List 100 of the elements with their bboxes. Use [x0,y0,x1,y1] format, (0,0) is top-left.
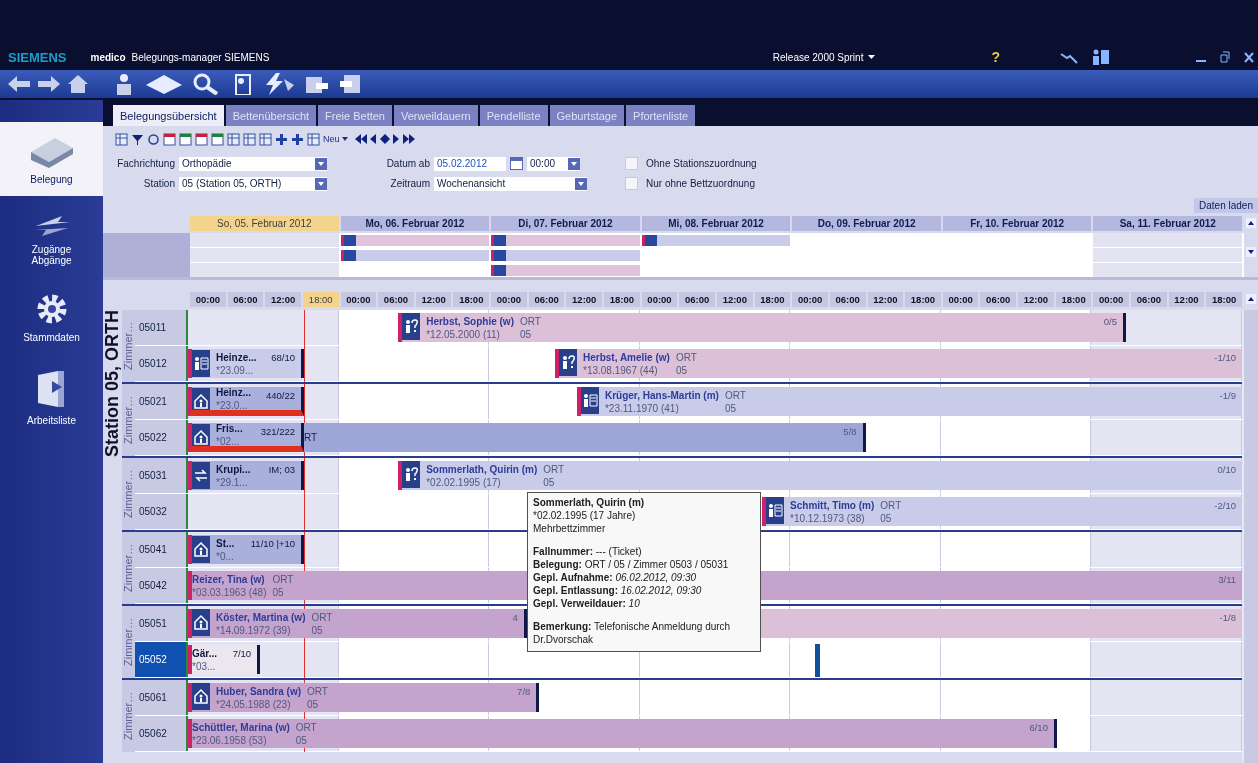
birth-date: *14.09.1972 (39) [216,623,292,637]
patient-name: Sommerlath, Quirin (m) [426,462,538,476]
department-code: ORT [311,610,333,624]
department-code: ORT [307,684,328,698]
field-label: Station [142,178,175,189]
stay-count: -1/9 [1219,390,1236,401]
room-label: Zimmer… [122,606,135,678]
day-header: Mo, 06. Februar 2012 [340,215,490,231]
field-label: Fachrichtung [116,158,175,169]
ward-code: 05 [295,733,308,747]
station-label: Station 05, ORTH [103,310,122,459]
brand-logo: SIEMENS [8,49,67,65]
birth-date: *23.0... [216,398,249,410]
stay-count: -1/10 [1214,352,1236,363]
birth-date: *24.05.1988 (23) [216,697,292,711]
room-label: Zimmer… [122,532,135,604]
birth-date: *0... [216,549,235,563]
hour-label: 18:00 [453,291,490,307]
patient-name: Herbst, Sophie (w) [426,314,514,328]
stay-count: 7/10 [232,648,252,659]
day-header: Sa, 11. Februar 2012 [1093,215,1243,231]
tooltip-field: Gepl. Aufnahme: 06.02.2012, 09:30 [533,571,755,584]
birth-date: *10.12.1973 (38) [790,511,866,525]
patient-name: Schmitt, Timo (m) [790,498,875,512]
stay-count: 5/8 [843,426,857,437]
department-code: ORT [675,350,697,364]
hour-label: 12:00 [716,291,753,307]
hour-label: 00:00 [1093,291,1129,307]
day-header: Mi, 08. Februar 2012 [641,215,791,231]
hour-label: 12:00 [415,291,452,307]
patient-name: Heinze... [216,350,257,364]
stay-count: 11/10 |+10 [250,538,296,549]
hour-label: 06:00 [679,291,715,307]
day-header: Fr, 10. Februar 2012 [942,215,1092,231]
patient-name: Heinz... [216,387,251,399]
patient-name: Huber, Sandra (w) [216,684,301,698]
ward-code: 05 [675,363,688,377]
tooltip-field: Gepl. Entlassung: 16.02.2012, 09:30 [533,584,755,597]
product-name: medico [90,51,126,63]
hour-label: 18:00 [302,291,339,307]
hour-label: 06:00 [829,291,866,307]
day-header: Do, 09. Februar 2012 [792,215,941,231]
room-label: Zimmer… [122,384,135,456]
field-label: Datum ab [385,158,430,169]
patient-name: Fris... [216,423,243,435]
hour-label: 00:00 [641,291,678,307]
hour-label: 06:00 [378,291,414,307]
hour-label: 12:00 [1018,291,1054,307]
hour-label: 18:00 [754,291,791,307]
birth-date: *03.03.1963 (48) [192,585,267,599]
day-header: So, 05. Februar 2012 [190,215,339,231]
birth-date: *03... [192,659,217,673]
stay-count: 0/5 [1103,316,1117,327]
checkbox-label: Ohne Stationszuordnung [646,158,757,169]
ward-code: 05 [519,327,533,341]
hour-label: 18:00 [905,291,941,307]
stay-count: 321/222 [260,426,296,437]
ward-code: 05 [880,511,893,525]
department-code: RT [304,431,318,444]
tooltip-text: *02.02.1995 (17 Jahre) [533,509,637,522]
stay-count: -2/10 [1214,500,1236,511]
hour-label: 06:00 [980,291,1017,307]
department-code: ORT [880,498,902,512]
hour-label: 12:00 [1168,291,1205,307]
tooltip-field: Fallnummer: --- (Ticket) [533,545,755,558]
ward-code: 05 [724,401,737,415]
stay-count: 7/8 [517,686,531,697]
ward-code: 05 [272,585,285,599]
hour-label: 12:00 [566,291,603,307]
stay-count: 6/10 [1029,722,1048,733]
birth-date: *02... [216,434,241,446]
patient-name: Gär... [192,646,217,660]
stay-count: -1/8 [1219,612,1236,623]
hour-label: 06:00 [227,291,264,307]
hour-label: 12:00 [265,291,301,307]
birth-date: *23.09... [216,363,255,377]
patient-name: Schüttler, Marina (w) [192,720,290,734]
patient-name: Köster, Martina (w) [216,610,306,624]
hour-label: 18:00 [1055,291,1092,307]
patient-name: Herbst, Amelie (w) [583,350,670,364]
ward-code: 05 [543,475,556,489]
room-label: Zimmer… [122,310,135,382]
day-header: Di, 07. Februar 2012 [491,215,640,231]
birth-date: *23.06.1958 (53) [192,733,268,747]
stay-count: 3/11 [1218,574,1236,585]
hour-label: 06:00 [528,291,565,307]
patient-name: Krupi... [216,462,251,476]
stay-count: 68/10 [271,352,296,363]
stay-count: IM; 03 [268,464,296,475]
department-code: ORT [543,462,565,476]
checkbox-label: Nur ohne Bettzuordnung [646,178,755,189]
stay-count: 4 [512,612,518,623]
department-code: ORT [295,720,317,734]
department-code: ORT [272,572,294,586]
stay-count: 440/22 [266,390,296,401]
tooltip-title: Sommerlath, Quirin (m) [533,496,646,509]
hour-label: 00:00 [190,291,226,307]
hour-label: 18:00 [604,291,640,307]
department-code: ORT [724,388,746,402]
hour-label: 00:00 [491,291,527,307]
